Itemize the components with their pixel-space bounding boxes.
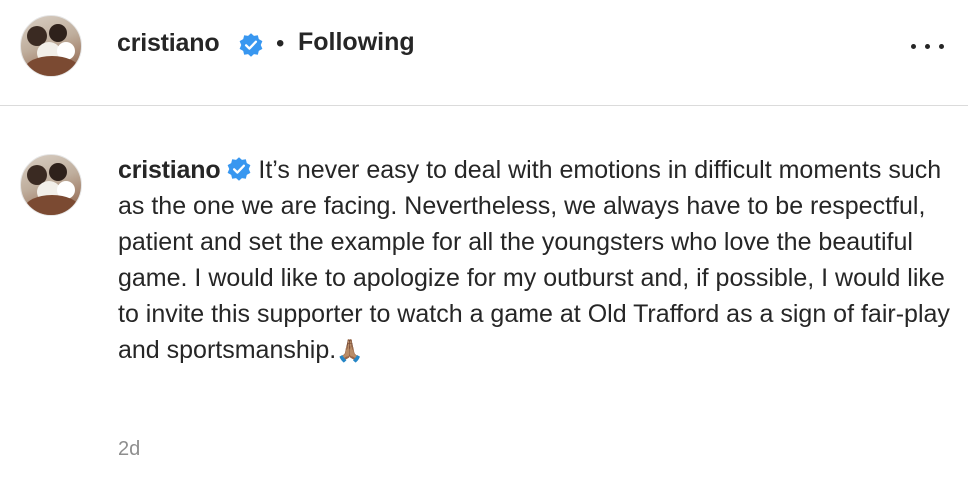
comment-username[interactable]: cristiano (118, 156, 221, 184)
comment-text: It’s never easy to deal with emotions in… (118, 156, 950, 364)
comment-avatar[interactable] (20, 154, 82, 216)
username[interactable]: cristiano (117, 29, 220, 58)
more-options-icon[interactable] (907, 36, 949, 56)
avatar[interactable] (20, 15, 82, 77)
comment-body: cristiano It’s never easy to deal with e… (118, 152, 958, 369)
following-button[interactable]: Following (298, 28, 415, 57)
post-header: cristiano • Following (0, 0, 968, 106)
verified-icon (239, 33, 263, 57)
separator-dot: • (276, 30, 285, 57)
verified-icon (228, 157, 251, 181)
verified-badge (238, 32, 264, 59)
praying-hands-emoji: 🙏🏽 (336, 338, 364, 363)
timestamp[interactable]: 2d (118, 438, 140, 461)
